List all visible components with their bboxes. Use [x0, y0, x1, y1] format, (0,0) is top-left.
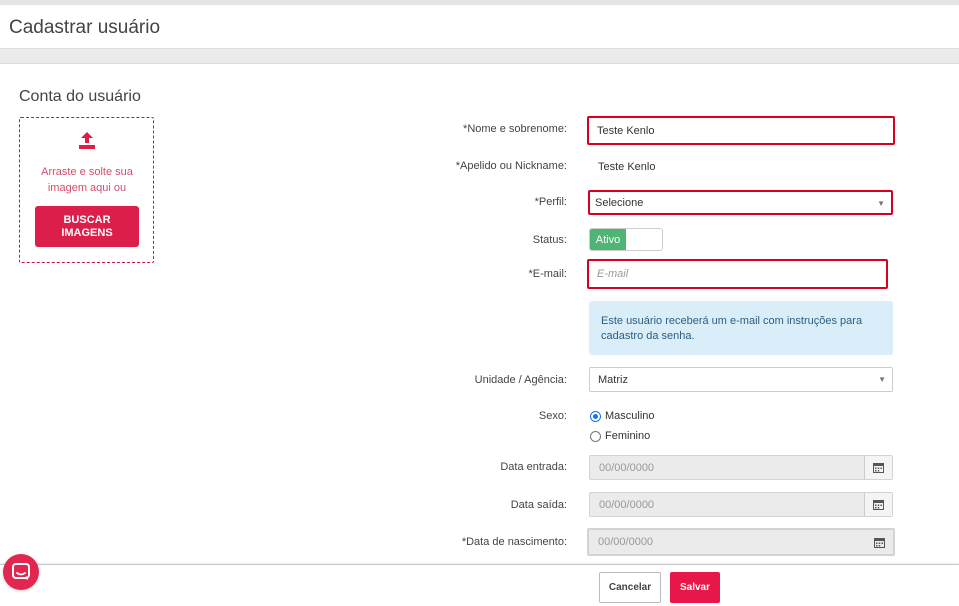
email-label: *E-mail:: [528, 268, 567, 280]
entry-date-placeholder: 00/00/0000: [599, 461, 655, 474]
page-header: Cadastrar usuário: [0, 5, 959, 49]
page-title: Cadastrar usuário: [9, 17, 161, 38]
browse-images-button[interactable]: BUSCAR IMAGENS: [35, 206, 139, 247]
calendar-icon[interactable]: [865, 530, 893, 554]
name-field[interactable]: Teste Kenlo: [587, 116, 895, 145]
upload-icon: [79, 132, 95, 149]
birth-date-placeholder: 00/00/0000: [598, 536, 654, 548]
exit-date-field[interactable]: 00/00/0000: [589, 492, 893, 517]
exit-date-placeholder: 00/00/0000: [599, 498, 655, 511]
image-dropzone[interactable]: Arraste e solte sua imagem aqui ou BUSCA…: [19, 117, 154, 263]
status-label: Status:: [532, 234, 567, 246]
chat-launcher[interactable]: [3, 554, 39, 590]
form-panel: Conta do usuário Arraste e solte sua ima…: [0, 63, 959, 564]
unit-label: Unidade / Agência:: [474, 374, 567, 386]
profile-select[interactable]: Selecione ▼: [588, 190, 893, 215]
exit-date-label: Data saída:: [510, 499, 567, 511]
sex-label: Sexo:: [538, 410, 567, 422]
status-toggle-on: Ativo: [590, 229, 626, 250]
dropzone-text: Arraste e solte sua imagem aqui ou: [41, 166, 133, 194]
calendar-icon[interactable]: [864, 456, 892, 479]
calendar-icon[interactable]: [864, 493, 892, 516]
name-label: *Nome e sobrenome:: [463, 123, 567, 135]
nickname-value: Teste Kenlo: [598, 160, 656, 173]
save-button[interactable]: Salvar: [670, 572, 720, 603]
unit-value: Matriz: [598, 373, 628, 386]
chat-icon: [12, 563, 30, 580]
entry-date-label: Data entrada:: [500, 461, 567, 473]
sex-option-male[interactable]: Masculino: [590, 410, 655, 422]
section-title: Conta do usuário: [19, 88, 141, 105]
sex-option-male-label: Masculino: [605, 410, 655, 422]
profile-value: Selecione: [595, 196, 644, 209]
sex-option-female[interactable]: Feminino: [590, 430, 650, 442]
status-toggle[interactable]: Ativo: [589, 228, 663, 251]
profile-label: *Perfil:: [534, 196, 567, 208]
toggle-knob: [627, 229, 662, 250]
name-value: Teste Kenlo: [597, 124, 655, 137]
header-gap: [0, 50, 959, 63]
birth-date-field[interactable]: 00/00/0000: [587, 528, 895, 556]
email-info-box: Este usuário receberá um e-mail com inst…: [589, 301, 893, 355]
form-footer: Cancelar Salvar: [0, 564, 959, 606]
sex-option-female-label: Feminino: [605, 430, 651, 442]
nickname-field[interactable]: Teste Kenlo: [589, 154, 893, 179]
unit-select[interactable]: Matriz ▼: [589, 367, 893, 392]
caret-down-icon: ▼: [878, 375, 886, 384]
cancel-button[interactable]: Cancelar: [599, 572, 661, 603]
birth-date-label: *Data de nascimento:: [461, 536, 567, 548]
caret-down-icon: ▼: [877, 199, 885, 208]
email-placeholder: E-mail: [597, 268, 629, 280]
email-field[interactable]: E-mail: [587, 259, 888, 289]
nickname-label: *Apelido ou Nickname:: [455, 160, 567, 172]
radio-female[interactable]: [590, 430, 601, 442]
entry-date-field[interactable]: 00/00/0000: [589, 455, 893, 480]
radio-male[interactable]: [590, 410, 601, 422]
